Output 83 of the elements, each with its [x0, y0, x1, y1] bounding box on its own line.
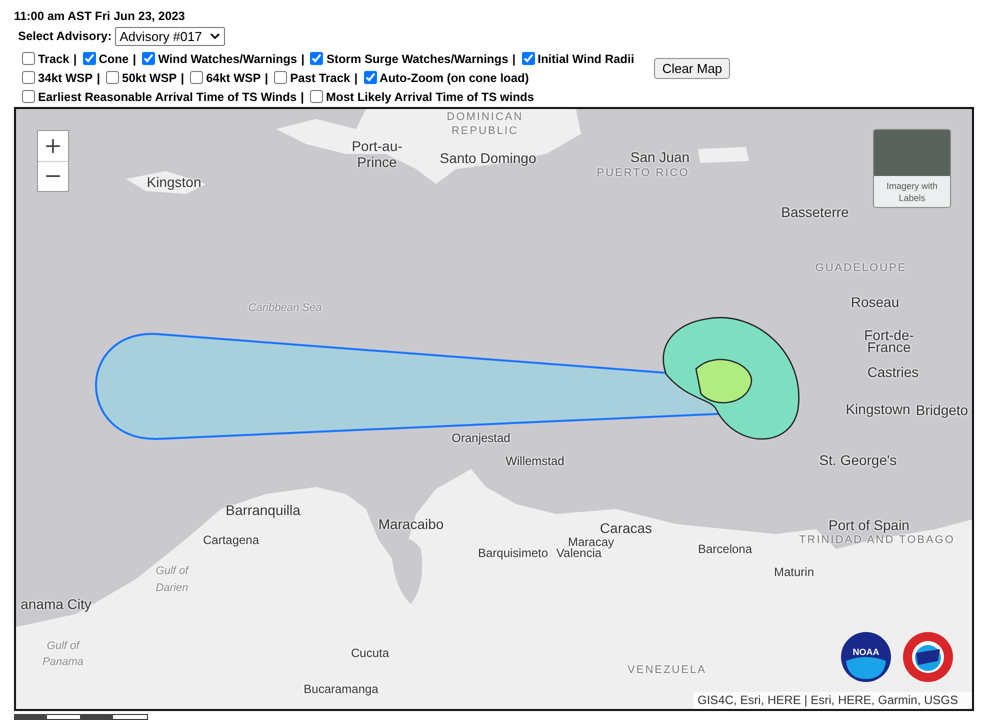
basemap-toggle[interactable]: Imagery with Labels: [873, 129, 951, 208]
map-place-label: Maracay: [568, 535, 614, 549]
map-place-label: Gulf of: [156, 565, 188, 577]
map-place-label: Cartagena: [202, 533, 260, 547]
map-place-label: Cucuta: [350, 646, 390, 660]
map-place-label: San Juan: [630, 149, 690, 165]
map-place-label: Valencia: [556, 546, 602, 560]
map-place-label: Barquisimeto: [478, 546, 548, 560]
map-place-label: Port-au-: [352, 138, 402, 154]
map-place-label: VENEZUELA: [628, 664, 706, 676]
map-place-label: Port of Spain: [828, 517, 910, 533]
separator: |: [301, 52, 304, 66]
map-place-label: Barranquilla: [226, 502, 300, 518]
separator: |: [264, 70, 268, 84]
separator: |: [96, 70, 100, 84]
map-place-label: Kingston: [146, 174, 202, 190]
advisory-dropdown[interactable]: Advisory #017: [114, 26, 225, 46]
map-place-label: Roseau: [850, 294, 900, 310]
map-place-label: anama City: [20, 596, 92, 612]
map-attribution: GIS4C, Esri, HERE | Esri, HERE, Garmin, USGS: [692, 692, 972, 709]
layer-label: Past Track: [290, 70, 350, 84]
island-landmass: [698, 147, 749, 163]
layer-label: 34kt WSP: [38, 70, 93, 84]
map-place-label: PUERTO RICO: [596, 167, 690, 179]
map-place-label: Santo Domingo: [440, 150, 536, 166]
separator: |: [132, 52, 136, 66]
map-place-label: Kingstown: [846, 401, 910, 417]
map-place-label: Maracaibo: [378, 516, 444, 532]
map-place-label: Maturin: [774, 565, 814, 579]
layer-label: Cone: [98, 52, 129, 66]
lake: [391, 539, 422, 604]
separator: |: [300, 90, 304, 104]
map-place-label: Panama: [42, 656, 84, 668]
caret-icon: [210, 33, 220, 39]
layer-label: Wind Watches/Warnings: [158, 52, 298, 66]
clear-map-button[interactable]: Clear Map: [654, 58, 730, 79]
advisory-datetime: 11:00 am AST Fri Jun 23, 2023: [14, 8, 186, 23]
select-advisory-label: Select Advisory:: [18, 29, 112, 43]
layer-checkbox[interactable]: [310, 90, 323, 103]
map-place-label: Caracas: [600, 520, 652, 536]
layer-checkbox[interactable]: [274, 71, 288, 84]
map-place-label: Barcelona: [698, 542, 752, 556]
layer-checkbox[interactable]: [310, 52, 324, 65]
separator: |: [73, 52, 77, 66]
inner-wind-radii-area: [695, 358, 752, 404]
map-place-label: Oranjestad: [452, 431, 510, 445]
layer-checkbox[interactable]: [106, 71, 120, 84]
map-place-label: TRINIDAD AND TOBAGO: [799, 534, 955, 546]
separator: |: [180, 70, 184, 84]
layer-checkbox[interactable]: [364, 71, 377, 84]
map-place-label: Willemstad: [506, 454, 564, 468]
map-place-label: St. George's: [819, 452, 897, 468]
map-place-label: GUADELOUPE: [815, 262, 907, 274]
separator: |: [512, 52, 516, 66]
layer-label: 64kt WSP: [206, 70, 261, 84]
layer-label: Auto-Zoom (on cone load): [380, 70, 529, 84]
layer-label: Earliest Reasonable Arrival Time of TS Winds: [38, 90, 297, 104]
layer-checkbox[interactable]: [22, 52, 35, 65]
map-place-label: Darien: [156, 582, 188, 594]
layer-label: Most Likely Arrival Time of TS winds: [326, 90, 534, 104]
map-place-label: Basseterre: [781, 204, 849, 220]
weather-service-logo: [902, 631, 954, 683]
map-place-label: Caribbean Sea: [248, 302, 322, 314]
map-place-label: Gulf of: [46, 640, 80, 652]
layer-checkbox[interactable]: [190, 71, 204, 84]
map-place-label: Bucaramanga: [304, 682, 378, 696]
layer-checkbox[interactable]: [22, 71, 35, 84]
layer-label: Initial Wind Radii: [538, 52, 634, 66]
layer-label: Storm Surge Watches/Warnings: [326, 52, 508, 66]
layer-checkbox[interactable]: [82, 52, 96, 65]
noaa-logo: NOAA: [840, 631, 892, 683]
map-place-label: DOMINICAN: [446, 111, 524, 123]
map-place-label: Bridgeto: [916, 402, 968, 418]
layer-label: 50kt WSP: [122, 70, 177, 84]
map[interactable]: [14, 107, 974, 711]
layer-checkbox[interactable]: [22, 90, 35, 103]
separator: |: [354, 70, 358, 84]
map-place-label: REPUBLIC: [451, 125, 519, 137]
layer-checkbox[interactable]: [142, 52, 156, 65]
map-place-label: Castries: [867, 364, 919, 380]
layer-checkbox[interactable]: [522, 52, 535, 65]
layer-label: Track: [38, 52, 70, 66]
map-place-label: Prince: [357, 154, 397, 170]
